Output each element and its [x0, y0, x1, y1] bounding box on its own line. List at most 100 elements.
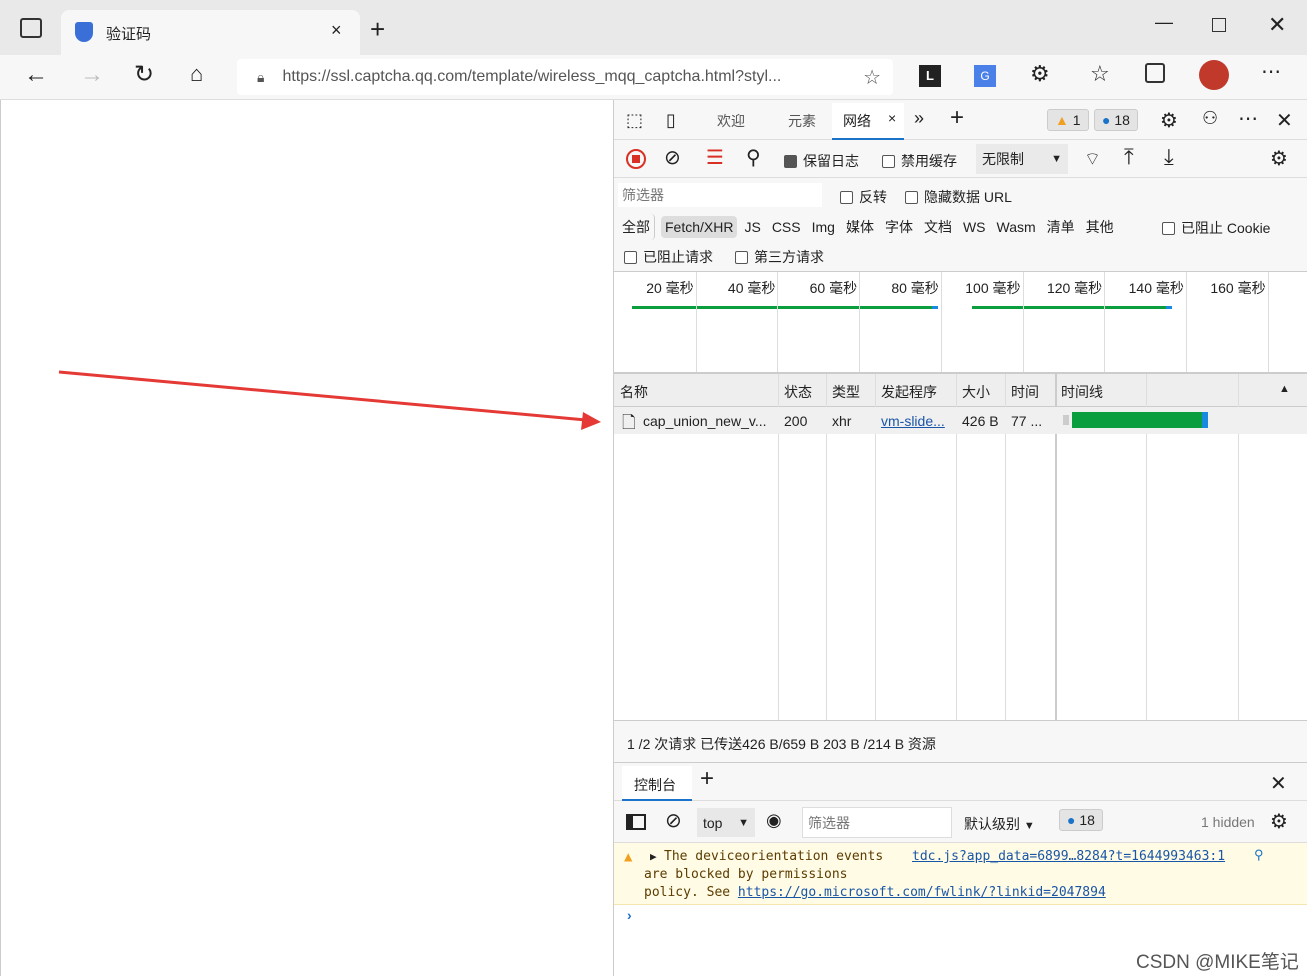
col-initiator[interactable]: 发起程序 [881, 382, 937, 402]
console-filter-input[interactable] [802, 807, 952, 838]
back-icon[interactable]: ← [24, 61, 48, 89]
console-warning: ▲ ▶ The deviceorientation events tdc.js?… [614, 843, 1307, 905]
col-size[interactable]: 大小 [962, 382, 990, 402]
more-options-icon[interactable]: ⋯ [1238, 106, 1258, 131]
warning-source-link[interactable]: tdc.js?app_data=6899…8284?t=1644993463:1 [912, 848, 1225, 866]
col-time[interactable]: 时间 [1011, 382, 1039, 402]
maximize-icon[interactable] [1212, 18, 1226, 32]
browser-tab[interactable]: 验证码 × [61, 10, 360, 55]
log-level-select[interactable]: 默认级别 ▼ [964, 814, 1035, 834]
close-network-tab-icon[interactable]: × [888, 110, 896, 126]
expand-triangle-icon[interactable]: ▶ [650, 848, 657, 866]
import-har-icon[interactable]: ⤒ [1124, 144, 1134, 170]
live-expression-eye-icon[interactable]: ◉ [766, 810, 782, 831]
type-filter-7[interactable]: 文档 [920, 214, 956, 240]
row-name: cap_union_new_v... [643, 413, 767, 429]
more-icon[interactable]: ⋯ [1261, 59, 1281, 84]
col-status[interactable]: 状态 [784, 382, 812, 402]
translate-icon[interactable]: G [974, 65, 996, 87]
type-filter-10[interactable]: 清单 [1043, 214, 1079, 240]
add-favorite-icon[interactable]: ☆ [863, 65, 881, 90]
add-tab-icon[interactable]: + [950, 104, 964, 132]
feedback-icon[interactable]: ⚇ [1202, 108, 1218, 129]
warning-text: The deviceorientation events [664, 849, 884, 864]
extension-l-icon[interactable]: L [919, 65, 941, 87]
sort-ascending-icon[interactable]: ▲ [1279, 383, 1290, 395]
minimize-icon[interactable]: — [1155, 12, 1173, 33]
col-waterfall[interactable]: 时间线 [1061, 382, 1103, 402]
filter-input[interactable] [618, 183, 822, 207]
invert-checkbox[interactable]: 反转 [840, 187, 887, 207]
close-drawer-icon[interactable]: ✕ [1270, 771, 1287, 796]
warning-help-link[interactable]: https://go.microsoft.com/fwlink/?linkid=… [738, 885, 1106, 900]
new-tab-icon[interactable]: + [370, 14, 385, 45]
add-drawer-tab-icon[interactable]: + [700, 765, 714, 793]
device-emulation-icon[interactable]: ▯ [666, 110, 676, 131]
type-filter-6[interactable]: 字体 [881, 214, 917, 240]
collections-icon[interactable] [1145, 63, 1165, 83]
extensions-icon[interactable]: ⚙ [1030, 61, 1050, 87]
clear-icon[interactable]: ⊘ [664, 145, 681, 170]
row-time: 77 ... [1011, 413, 1043, 429]
type-filter-0[interactable]: 全部 [618, 214, 655, 240]
url-field[interactable]: 🔒︎ https://ssl.captcha.qq.com/template/w… [237, 59, 893, 95]
timeline-overview[interactable]: 20 毫秒 40 毫秒 60 毫秒 80 毫秒 100 毫秒 120 毫秒 140 毫秒 16… [614, 272, 1307, 374]
prompt-chevron-icon: › [627, 907, 632, 923]
blocked-requests-checkbox[interactable]: 已阻止请求 [624, 247, 713, 267]
row-initiator-link[interactable]: vm-slide... [881, 413, 945, 429]
third-party-checkbox[interactable]: 第三方请求 [735, 247, 824, 267]
warnings-badge[interactable]: ▲ 1 [1047, 109, 1089, 131]
network-conditions-icon[interactable]: ⌔ [1084, 148, 1101, 171]
hide-data-urls-checkbox[interactable]: 隐藏数据 URL [905, 187, 1012, 207]
favorites-icon[interactable]: ☆ [1090, 61, 1110, 87]
close-window-icon[interactable]: ✕ [1268, 12, 1286, 38]
inspect-icon[interactable]: ⬚ [626, 110, 643, 131]
console-settings-icon[interactable]: ⚙ [1270, 809, 1288, 834]
lock-icon: 🔒︎ [257, 68, 265, 85]
col-name[interactable]: 名称 [620, 382, 648, 402]
type-filter-4[interactable]: Img [808, 216, 839, 238]
filter-icon[interactable]: ☰ [706, 145, 724, 170]
home-icon[interactable]: ⌂ [190, 61, 203, 87]
throttle-select[interactable]: 无限制 ▼ [976, 144, 1068, 174]
settings-icon[interactable]: ⚙ [1160, 108, 1178, 133]
type-filter-8[interactable]: WS [959, 216, 990, 238]
network-settings-icon[interactable]: ⚙ [1270, 146, 1288, 171]
record-icon[interactable] [626, 149, 646, 169]
export-har-icon[interactable]: ⤓ [1164, 144, 1174, 170]
table-row[interactable]: 🗋︎ cap_union_new_v... 200 xhr vm-slide..… [614, 407, 1307, 434]
type-filter-2[interactable]: JS [740, 216, 764, 238]
context-select[interactable]: top ▼ [697, 808, 755, 837]
requests-table: 名称 状态 类型 发起程序 大小 时间 时间线 ▲ 🗋︎ cap_union_n… [614, 374, 1307, 721]
sidebar-toggle-icon[interactable] [626, 814, 646, 830]
close-devtools-icon[interactable]: ✕ [1276, 108, 1293, 133]
search-issue-icon[interactable]: ⚲ [1254, 847, 1264, 865]
console-messages-badge[interactable]: ● 18 [1059, 809, 1103, 831]
preserve-log-checkbox[interactable]: 保留日志 [784, 151, 859, 171]
type-filter-5[interactable]: 媒体 [842, 214, 878, 240]
refresh-icon[interactable]: ↻ [134, 60, 154, 89]
console-prompt[interactable]: › CSDN @MIKE笔记 [614, 905, 1307, 976]
profile-avatar[interactable] [1199, 60, 1229, 90]
col-type[interactable]: 类型 [832, 382, 860, 402]
type-filter-3[interactable]: CSS [768, 216, 805, 238]
tab-welcome[interactable]: 欢迎 [717, 111, 745, 131]
more-tabs-icon[interactable]: » [914, 108, 924, 129]
tab-elements[interactable]: 元素 [788, 111, 816, 131]
type-filter-9[interactable]: Wasm [993, 216, 1040, 238]
disable-cache-checkbox[interactable]: 禁用缓存 [882, 151, 957, 171]
drawer-tabbar: 控制台 + ✕ [614, 763, 1307, 801]
tab-network[interactable]: 网络 × [832, 103, 904, 140]
clear-console-icon[interactable]: ⊘ [665, 808, 682, 833]
close-tab-icon[interactable]: × [331, 20, 342, 41]
type-filter-11[interactable]: 其他 [1082, 214, 1118, 240]
warning-text: policy. See https://go.microsoft.com/fwl… [644, 885, 1106, 900]
search-icon[interactable]: ⚲ [746, 145, 761, 170]
tab-actions-icon[interactable] [20, 18, 42, 38]
blocked-cookies-checkbox[interactable]: 已阻止 Cookie [1162, 218, 1270, 238]
messages-badge[interactable]: ● 18 [1094, 109, 1138, 131]
forward-icon[interactable]: → [80, 61, 104, 89]
type-filter-1[interactable]: Fetch/XHR [661, 216, 738, 238]
tab-console[interactable]: 控制台 [622, 766, 692, 801]
overview-gridline [1267, 272, 1269, 372]
